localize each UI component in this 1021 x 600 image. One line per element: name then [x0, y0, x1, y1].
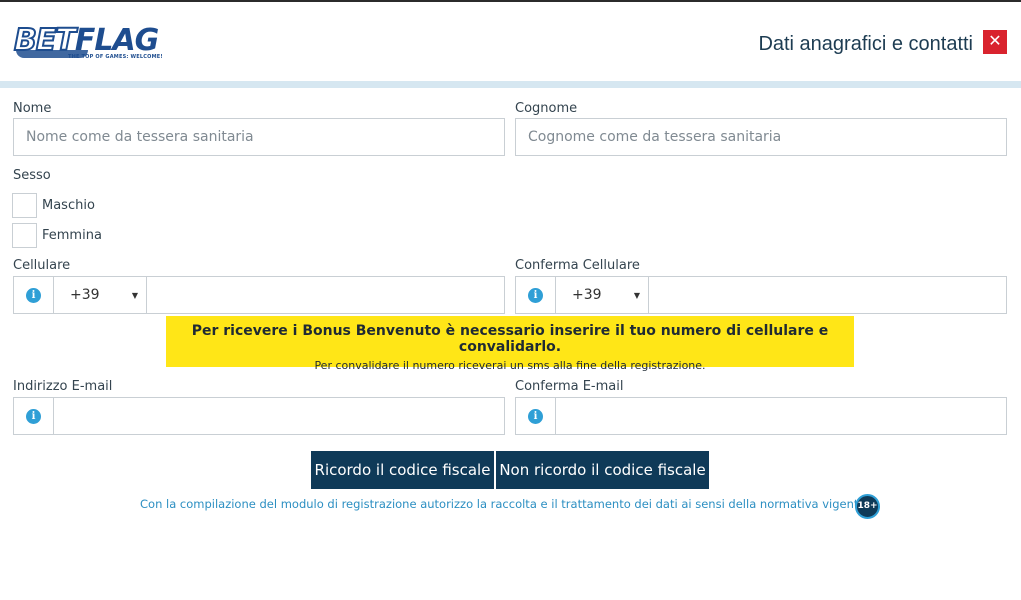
logo-wordmark: BETFLAG: [13, 23, 159, 59]
conferma-cellulare-prefix-select[interactable]: +39 ▼: [556, 277, 649, 313]
maschio-checkbox[interactable]: [12, 193, 37, 218]
prefix-value: +39: [572, 287, 602, 303]
email-info[interactable]: i: [14, 398, 54, 434]
conferma-email-input[interactable]: [556, 398, 1006, 434]
conferma-cellulare-label: Conferma Cellulare: [515, 258, 640, 273]
non-ricordo-codice-fiscale-button[interactable]: Non ricordo il codice fiscale: [496, 451, 709, 489]
email-label: Indirizzo E-mail: [13, 379, 113, 394]
info-icon: i: [528, 408, 543, 424]
modal-title: Dati anagrafici e contatti: [758, 33, 973, 55]
cognome-input[interactable]: [515, 118, 1007, 156]
email-input[interactable]: [54, 398, 504, 434]
conferma-email-info[interactable]: i: [516, 398, 556, 434]
cellulare-prefix-select[interactable]: +39 ▼: [54, 277, 147, 313]
email-group: i: [13, 397, 505, 435]
info-icon: i: [26, 287, 41, 303]
notice-main-text: Per ricevere i Bonus Benvenuto è necessa…: [191, 323, 829, 355]
header-divider: [0, 81, 1021, 88]
notice-sub-text: Per convalidare il numero riceverai un s…: [314, 359, 706, 372]
privacy-disclaimer: Con la compilazione del modulo di regist…: [140, 497, 870, 511]
logo-tagline: THE TOP OF GAMES: WELCOME!: [68, 54, 163, 60]
femmina-label[interactable]: Femmina: [42, 228, 102, 243]
maschio-label[interactable]: Maschio: [42, 198, 95, 213]
sesso-label: Sesso: [13, 168, 51, 183]
cellulare-label: Cellulare: [13, 258, 71, 273]
caret-down-icon: ▼: [633, 290, 640, 300]
femmina-checkbox[interactable]: [12, 223, 37, 248]
conferma-cellulare-info[interactable]: i: [516, 277, 556, 313]
info-icon: i: [26, 408, 41, 424]
ricordo-codice-fiscale-button[interactable]: Ricordo il codice fiscale: [311, 451, 494, 489]
close-button[interactable]: ✕: [983, 30, 1007, 54]
nome-label: Nome: [13, 101, 52, 116]
age-18-badge: 18+: [855, 494, 880, 519]
conferma-cellulare-group: i +39 ▼: [515, 276, 1007, 314]
conferma-email-label: Conferma E-mail: [515, 379, 624, 394]
cellulare-info[interactable]: i: [14, 277, 54, 313]
conferma-email-group: i: [515, 397, 1007, 435]
betflag-logo: BETFLAG THE TOP OF GAMES: WELCOME!: [13, 23, 163, 64]
bonus-notice: Per ricevere i Bonus Benvenuto è necessa…: [166, 316, 854, 372]
caret-down-icon: ▼: [131, 290, 138, 300]
cellulare-group: i +39 ▼: [13, 276, 505, 314]
conferma-cellulare-input[interactable]: [649, 277, 1006, 313]
prefix-value: +39: [70, 287, 100, 303]
nome-input[interactable]: [13, 118, 505, 156]
top-border: [0, 0, 1021, 2]
info-icon: i: [528, 287, 543, 303]
cognome-label: Cognome: [515, 101, 578, 116]
cellulare-input[interactable]: [147, 277, 504, 313]
